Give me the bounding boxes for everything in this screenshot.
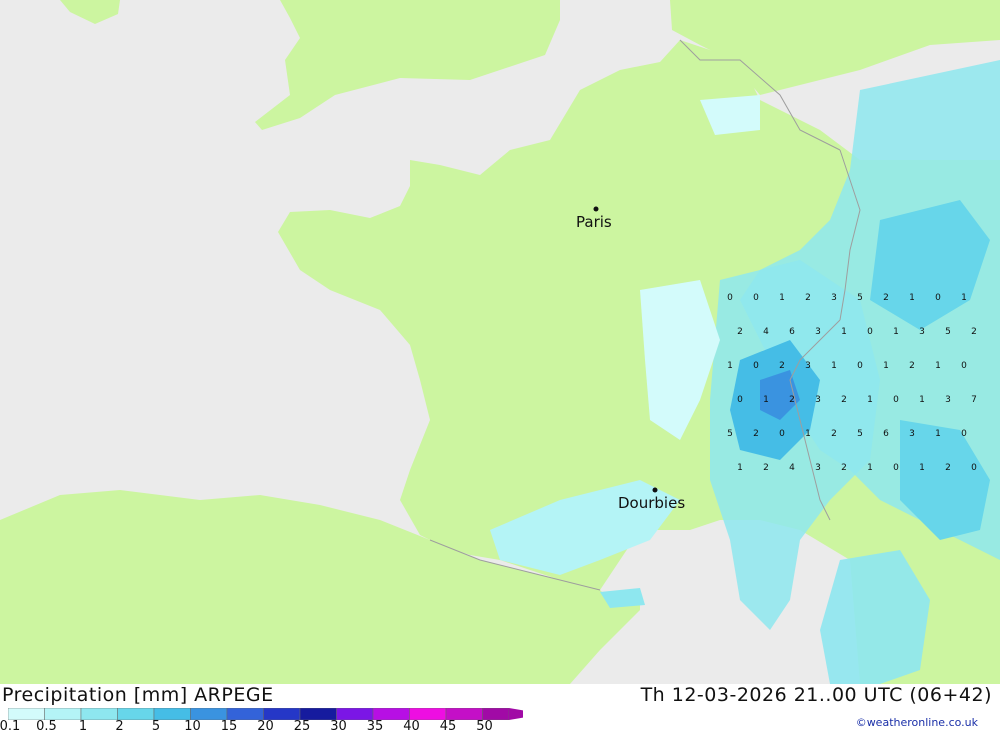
grid-value: 4: [789, 463, 795, 473]
grid-value: 0: [857, 361, 863, 371]
colorbar-tick-label: 50: [476, 719, 493, 734]
grid-value: 1: [883, 361, 889, 371]
grid-value: 3: [919, 327, 925, 337]
grid-value: 2: [945, 463, 951, 473]
grid-value: 1: [867, 463, 873, 473]
grid-value: 2: [753, 429, 759, 439]
grid-value: 3: [815, 395, 821, 405]
legend-title: Precipitation [mm] ARPEGE: [2, 684, 274, 706]
grid-value: 1: [919, 463, 925, 473]
grid-value: 1: [909, 293, 915, 303]
grid-value: 0: [893, 463, 899, 473]
colorbar-tick-label: 0.1: [0, 719, 21, 734]
colorbar-tick-label: 15: [220, 719, 238, 734]
grid-value: 3: [815, 327, 821, 337]
grid-value: 1: [935, 429, 941, 439]
colorbar-tick-label: 10: [184, 719, 201, 734]
map-footer: Precipitation [mm] ARPEGE Th 12-03-2026 …: [0, 684, 1000, 734]
dourbies-marker: [652, 487, 658, 493]
grid-value: 1: [763, 395, 769, 405]
grid-value: 3: [909, 429, 915, 439]
grid-value: 0: [779, 429, 785, 439]
grid-value: 6: [789, 327, 795, 337]
grid-value: 2: [971, 327, 977, 337]
grid-value: 3: [805, 361, 811, 371]
grid-value: 5: [945, 327, 951, 337]
grid-value: 2: [779, 361, 785, 371]
grid-value: 0: [893, 395, 899, 405]
dourbies-label: Dourbies: [618, 494, 685, 512]
colorbar-tick-label: 25: [293, 719, 311, 734]
colorbar-tick-label: 30: [330, 719, 347, 734]
grid-value: 3: [945, 395, 951, 405]
colorbar-tick-label: 2: [115, 719, 124, 734]
grid-value: 1: [961, 293, 967, 303]
grid-value: 6: [883, 429, 889, 439]
grid-value: 0: [737, 395, 743, 405]
credit-link[interactable]: ©weatheronline.co.uk: [856, 716, 978, 729]
grid-value: 2: [909, 361, 915, 371]
map-canvas: 0 0 1 2 3 5 2 1 0 1 2 4 6 3 1 0 1 3 5 2 1 0 2 3 1 0 1 2 1 0 0 1 2 3 2 1 0 1 3 7…: [0, 0, 1000, 684]
grid-value: 0: [961, 361, 967, 371]
grid-value: 2: [737, 327, 743, 337]
grid-value: 2: [883, 293, 889, 303]
colorbar-tick-label: 35: [366, 719, 384, 734]
grid-value: 1: [935, 361, 941, 371]
grid-value: 2: [763, 463, 769, 473]
grid-value: 1: [779, 293, 785, 303]
colorbar-tick-label: 45: [439, 719, 457, 734]
colorbar-arrow: [509, 708, 523, 720]
grid-value: 3: [831, 293, 837, 303]
grid-value: 2: [841, 463, 847, 473]
colorbar-tick-label: 40: [403, 719, 420, 734]
grid-value: 7: [971, 395, 977, 405]
grid-value: 3: [815, 463, 821, 473]
grid-value: 0: [753, 293, 759, 303]
grid-value: 2: [831, 429, 837, 439]
colorbar-tick-label: 5: [151, 719, 161, 734]
paris-marker: [593, 206, 599, 212]
grid-value: 0: [971, 463, 977, 473]
valid-time: Th 12-03-2026 21..00 UTC (06+42): [640, 684, 992, 706]
grid-value: 0: [867, 327, 873, 337]
grid-value: 1: [805, 429, 811, 439]
colorbar-tick-label: 1: [78, 719, 88, 734]
grid-value: 4: [763, 327, 769, 337]
grid-value: 0: [753, 361, 759, 371]
grid-value: 5: [857, 429, 863, 439]
grid-value: 2: [805, 293, 811, 303]
precipitation-map[interactable]: 0 0 1 2 3 5 2 1 0 1 2 4 6 3 1 0 1 3 5 2 1 0 2 3 1 0 1 2 1 0 0 1 2 3 2 1 0 1 3 7…: [0, 0, 1000, 684]
paris-label: Paris: [576, 213, 612, 231]
grid-value: 0: [961, 429, 967, 439]
grid-value: 0: [935, 293, 941, 303]
grid-value: 1: [867, 395, 873, 405]
grid-value: 2: [789, 395, 795, 405]
grid-value: 1: [919, 395, 925, 405]
grid-value: 2: [841, 395, 847, 405]
colorbar-tick-label: 20: [257, 719, 274, 734]
grid-value: 0: [727, 293, 733, 303]
grid-value: 1: [737, 463, 743, 473]
grid-value: 1: [831, 361, 837, 371]
grid-value: 1: [727, 361, 733, 371]
grid-value: 5: [727, 429, 733, 439]
grid-value: 1: [841, 327, 847, 337]
colorbar-tick-label: 0.5: [36, 719, 57, 734]
grid-value: 1: [893, 327, 899, 337]
grid-value: 5: [857, 293, 863, 303]
